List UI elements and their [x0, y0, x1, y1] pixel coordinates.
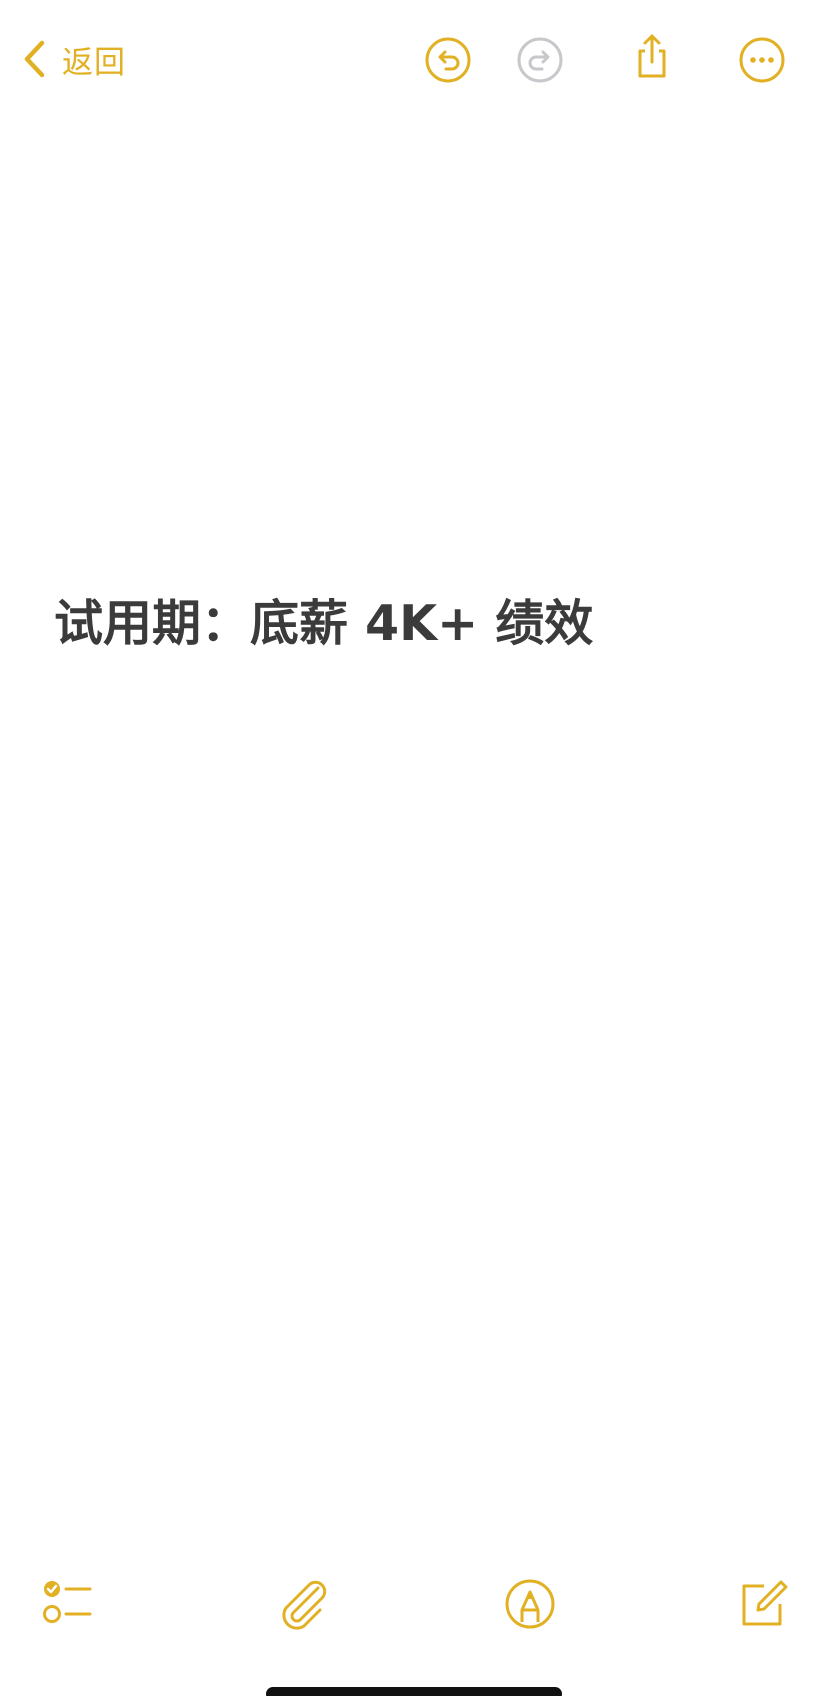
markup-button[interactable] [502, 1576, 558, 1632]
ellipsis-circle-icon [739, 37, 785, 83]
checklist-button[interactable] [40, 1576, 96, 1632]
notes-screen: 返回 试用期：底薪 4K+ 绩效 [0, 0, 828, 1696]
compose-icon [742, 1580, 788, 1626]
compose-note-button[interactable] [734, 1576, 790, 1632]
paperclip-icon [282, 1580, 327, 1630]
share-button[interactable] [628, 32, 676, 80]
share-icon [638, 34, 666, 78]
home-indicator[interactable] [266, 1687, 562, 1696]
chevron-left-icon [24, 40, 45, 78]
note-body[interactable]: 试用期：底薪 4K+ 绩效 [54, 592, 774, 656]
checklist-icon [43, 1581, 92, 1623]
redo-icon [517, 37, 563, 83]
attachment-button[interactable] [274, 1576, 330, 1632]
redo-button[interactable] [516, 36, 564, 84]
undo-button[interactable] [424, 36, 472, 84]
top-navigation-bar: 返回 [0, 0, 828, 120]
back-label: 返回 [62, 44, 126, 81]
undo-icon [425, 37, 471, 83]
note-text-line[interactable]: 试用期：底薪 4K+ 绩效 [54, 592, 774, 656]
markup-pen-icon [505, 1579, 555, 1629]
back-button[interactable]: 返回 [22, 34, 126, 84]
more-options-button[interactable] [738, 36, 786, 84]
